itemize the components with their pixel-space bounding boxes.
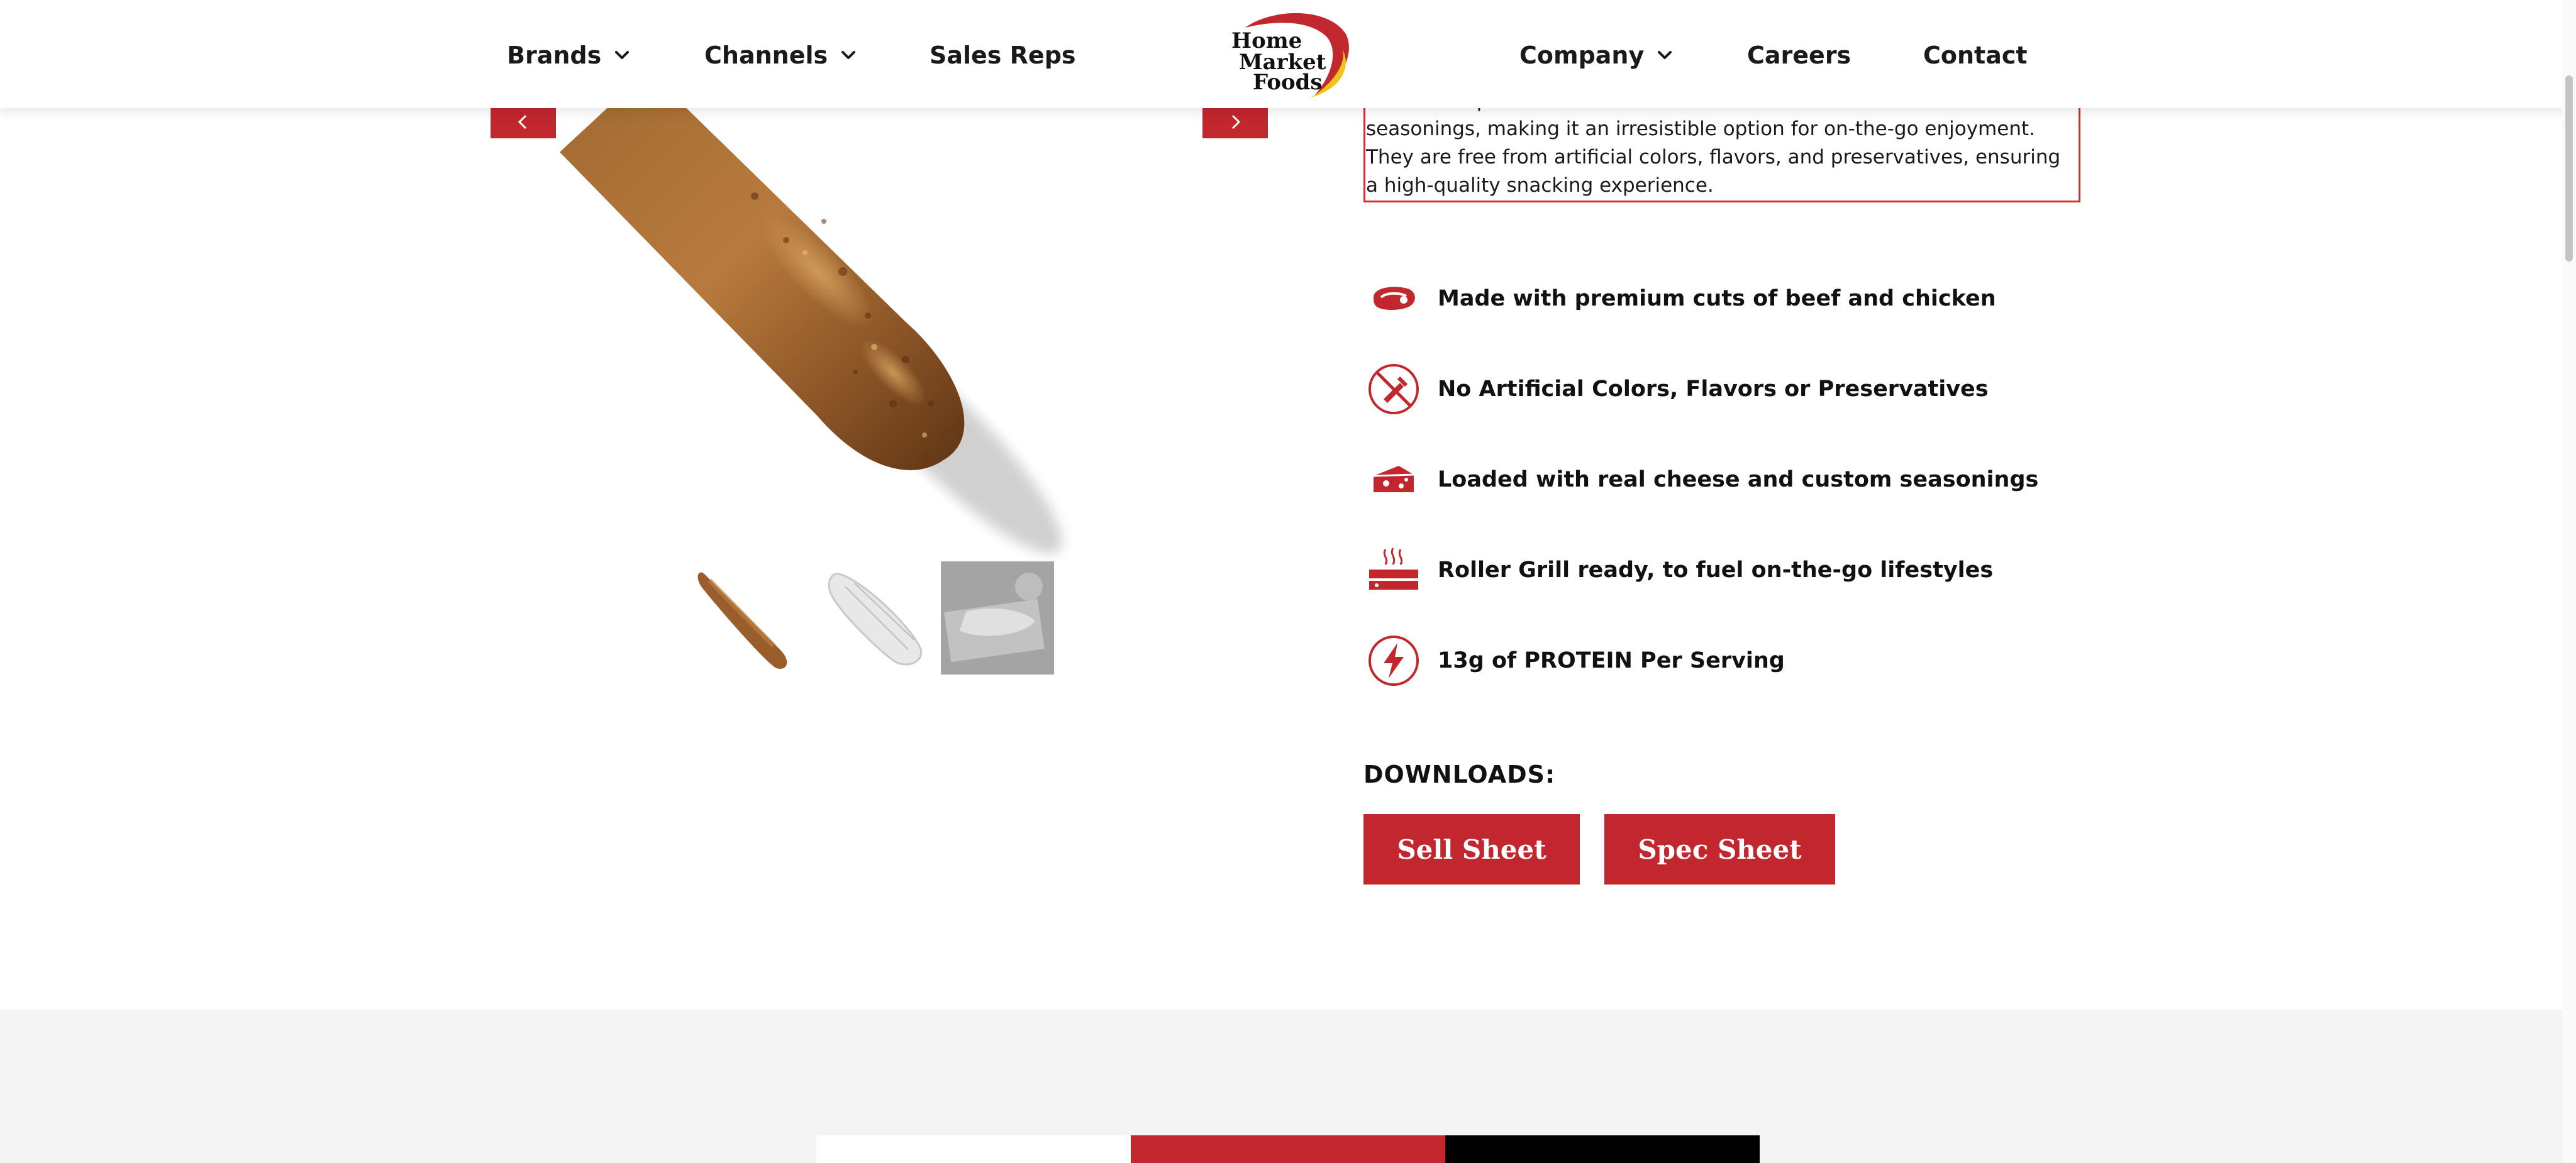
- feature-label: Made with premium cuts of beef and chick…: [1438, 286, 1996, 311]
- nav-channels-label: Channels: [704, 41, 828, 69]
- nav-company[interactable]: Company: [1519, 40, 1674, 70]
- nav-sales-reps[interactable]: Sales Reps: [930, 40, 1076, 70]
- nav-company-label: Company: [1519, 41, 1645, 69]
- gallery-prev-button[interactable]: [491, 108, 556, 138]
- feature-protein: 13g of PROTEIN Per Serving: [1363, 632, 1785, 689]
- product-thumbnail-packaged[interactable]: [941, 561, 1054, 675]
- lightning-icon: [1363, 632, 1424, 689]
- section-tab-1[interactable]: [816, 1135, 1131, 1163]
- feature-label: No Artificial Colors, Flavors or Preserv…: [1438, 377, 1989, 402]
- section-tab-2[interactable]: [1131, 1135, 1445, 1163]
- product-thumbnail-grilled[interactable]: [692, 561, 805, 675]
- home-market-foods-logo[interactable]: Home Market Foods: [1220, 9, 1356, 103]
- feature-roller-grill: Roller Grill ready, to fuel on-the-go li…: [1363, 542, 1993, 598]
- feature-label: Roller Grill ready, to fuel on-the-go li…: [1438, 558, 1994, 583]
- no-additives-icon: [1363, 361, 1424, 417]
- product-description-clip: ... blend of premium beef and chicken wi…: [1366, 108, 2077, 202]
- section-tab-3[interactable]: [1445, 1135, 1760, 1163]
- site-header: Brands Channels Sales Reps Home Market F…: [0, 0, 2576, 108]
- feature-label: 13g of PROTEIN Per Serving: [1438, 648, 1785, 673]
- feature-premium-cuts: Made with premium cuts of beef and chick…: [1363, 270, 1996, 327]
- spec-sheet-button[interactable]: Spec Sheet: [1604, 814, 1835, 885]
- feature-label: Loaded with real cheese and custom seaso…: [1438, 467, 2039, 492]
- chevron-down-icon: [613, 46, 631, 65]
- nav-brands-label: Brands: [507, 41, 602, 69]
- product-description: ... blend of premium beef and chicken wi…: [1366, 108, 2061, 197]
- nav-careers-label: Careers: [1747, 41, 1852, 69]
- sell-sheet-label: Sell Sheet: [1397, 834, 1546, 865]
- spec-sheet-label: Spec Sheet: [1638, 834, 1802, 865]
- svg-text:Foods: Foods: [1253, 70, 1323, 95]
- nav-careers[interactable]: Careers: [1747, 40, 1851, 70]
- nav-channels[interactable]: Channels: [704, 40, 858, 70]
- product-thumbnail-wrapped[interactable]: [820, 561, 933, 675]
- chevron-down-icon: [839, 46, 858, 65]
- chevron-down-icon: [1655, 46, 1674, 65]
- sell-sheet-button[interactable]: Sell Sheet: [1363, 814, 1580, 885]
- nav-contact[interactable]: Contact: [1923, 40, 2028, 70]
- downloads-heading: DOWNLOADS:: [1363, 761, 1556, 788]
- gallery-next-button[interactable]: [1202, 108, 1268, 138]
- chevron-left-icon: [517, 114, 530, 133]
- page-scrollbar-thumb[interactable]: [2565, 75, 2573, 262]
- nav-brands[interactable]: Brands: [507, 40, 631, 70]
- feature-no-artificial: No Artificial Colors, Flavors or Preserv…: [1363, 361, 1989, 417]
- feature-real-cheese: Loaded with real cheese and custom seaso…: [1363, 451, 2038, 508]
- nav-sales-reps-label: Sales Reps: [930, 41, 1076, 69]
- steak-icon: [1363, 270, 1424, 327]
- cheese-icon: [1363, 451, 1424, 508]
- roller-grill-icon: [1363, 542, 1424, 598]
- chevron-right-icon: [1229, 114, 1241, 133]
- nav-contact-label: Contact: [1923, 41, 2028, 69]
